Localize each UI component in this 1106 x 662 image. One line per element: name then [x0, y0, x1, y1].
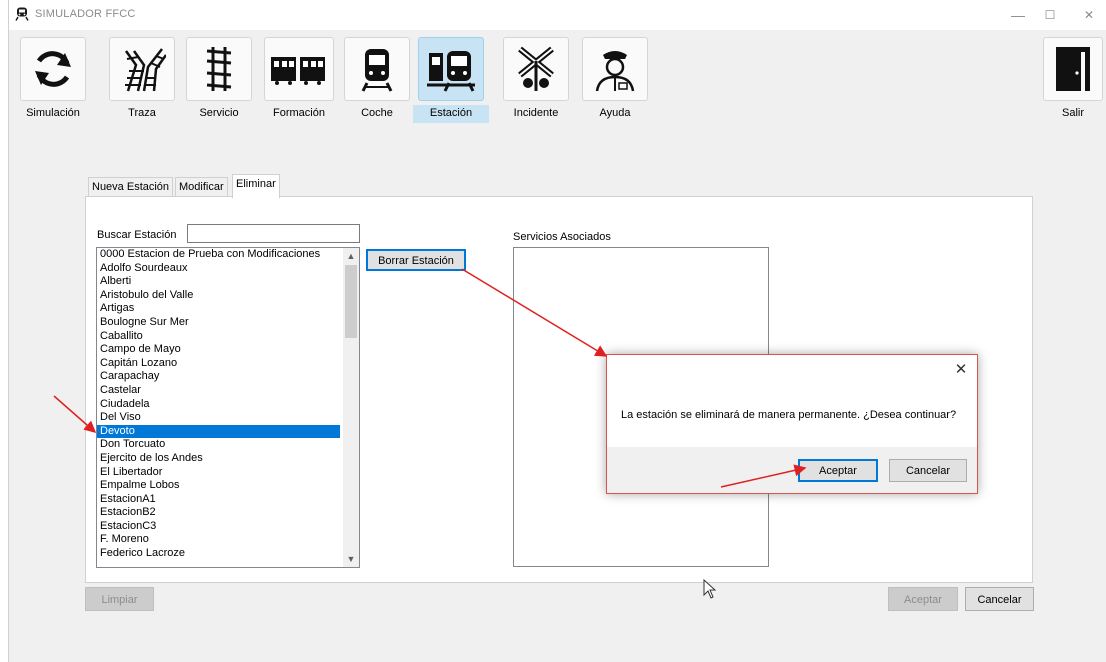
- railroad-crossing-icon: [518, 46, 554, 91]
- tab-eliminar[interactable]: Eliminar: [232, 174, 280, 198]
- toolbar-tile: [503, 37, 569, 101]
- search-label: Buscar Estación: [97, 229, 177, 241]
- list-item[interactable]: Aristobulo del Valle: [97, 289, 359, 303]
- list-item[interactable]: Adolfo Sourdeaux: [97, 262, 359, 276]
- toolbar-simulacion-button[interactable]: Simulación: [15, 37, 91, 119]
- toolbar-label: Traza: [128, 107, 156, 119]
- toolbar-label: Servicio: [199, 107, 239, 119]
- toolbar-label: Incidente: [513, 107, 559, 119]
- toolbar-label: Coche: [361, 107, 393, 119]
- rail-track-icon: [206, 47, 232, 91]
- train-icon: [15, 7, 29, 21]
- toolbar-formacion-button[interactable]: Formación: [259, 37, 339, 119]
- dialog-cancel-button[interactable]: Cancelar: [889, 459, 967, 482]
- toolbar-tile: [20, 37, 86, 101]
- train-car-icon: [361, 49, 393, 92]
- bottom-cancel-button[interactable]: Cancelar: [965, 587, 1034, 611]
- scroll-up-icon[interactable]: ▲: [343, 248, 359, 264]
- toolbar-tile: [109, 37, 175, 101]
- list-item[interactable]: 0000 Estacion de Prueba con Modificacion…: [97, 248, 359, 262]
- toolbar-coche-button[interactable]: Coche: [339, 37, 415, 119]
- list-item[interactable]: Artigas: [97, 302, 359, 316]
- bottom-accept-button[interactable]: Aceptar: [888, 587, 958, 611]
- title-bar: SIMULADOR FFCC — ☐ ✕: [9, 0, 1106, 30]
- toolbar-tile: [1043, 37, 1103, 101]
- scroll-down-icon[interactable]: ▼: [343, 551, 359, 567]
- list-item[interactable]: Devoto: [97, 424, 340, 439]
- list-item[interactable]: Boulogne Sur Mer: [97, 316, 359, 330]
- list-item[interactable]: El Libertador: [97, 466, 359, 480]
- window-title: SIMULADOR FFCC: [35, 8, 136, 20]
- list-item[interactable]: F. Moreno: [97, 533, 359, 547]
- dialog-accept-button[interactable]: Aceptar: [798, 459, 878, 482]
- dialog-message: La estación se eliminará de manera perma…: [621, 409, 957, 421]
- toolbar-label: Salir: [1061, 107, 1084, 119]
- toolbar-tile: [264, 37, 334, 101]
- list-item[interactable]: Caballito: [97, 330, 359, 344]
- vertical-scrollbar[interactable]: ▲ ▼: [343, 248, 359, 567]
- services-label: Servicios Asociados: [513, 231, 611, 243]
- tab-nueva-estacion[interactable]: Nueva Estación: [88, 177, 174, 197]
- tab-modificar[interactable]: Modificar: [175, 177, 228, 197]
- dialog-close-icon[interactable]: ✕: [953, 362, 969, 378]
- toolbar-ayuda-button[interactable]: Ayuda: [577, 37, 653, 119]
- door-icon: [1056, 47, 1090, 91]
- close-button[interactable]: ✕: [1066, 0, 1106, 30]
- toolbar-tile: [582, 37, 648, 101]
- list-item[interactable]: EstacionB2: [97, 506, 359, 520]
- toolbar-tile: [418, 37, 484, 101]
- toolbar-traza-button[interactable]: Traza: [104, 37, 180, 119]
- station-icon: [427, 51, 475, 92]
- list-item[interactable]: Castelar: [97, 384, 359, 398]
- stations-list: 0000 Estacion de Prueba con Modificacion…: [97, 248, 359, 561]
- train-formation-icon: [271, 57, 325, 85]
- conductor-icon: [595, 51, 635, 92]
- toolbar-label: Formación: [273, 107, 325, 119]
- list-item[interactable]: Campo de Mayo: [97, 343, 359, 357]
- tracks-junction-icon: [124, 48, 166, 92]
- list-item[interactable]: Ciudadela: [97, 398, 359, 412]
- list-item[interactable]: Alberti: [97, 275, 359, 289]
- exit-button[interactable]: Salir: [1041, 37, 1105, 119]
- toolbar-incidente-button[interactable]: Incidente: [498, 37, 574, 119]
- list-item[interactable]: Federico Lacroze: [97, 547, 359, 561]
- stations-listbox[interactable]: 0000 Estacion de Prueba con Modificacion…: [96, 247, 360, 568]
- scroll-thumb[interactable]: [345, 265, 357, 338]
- refresh-icon: [35, 51, 71, 87]
- search-input[interactable]: [187, 224, 360, 243]
- toolbar-label: Estación: [429, 107, 473, 119]
- list-item[interactable]: Ejercito de los Andes: [97, 452, 359, 466]
- list-item[interactable]: Don Torcuato: [97, 438, 359, 452]
- dialog-footer: Aceptar Cancelar: [607, 447, 977, 493]
- delete-station-button[interactable]: Borrar Estación: [366, 249, 466, 271]
- list-item[interactable]: Capitán Lozano: [97, 357, 359, 371]
- list-item[interactable]: EstacionA1: [97, 493, 359, 507]
- confirm-dialog: ✕ La estación se eliminará de manera per…: [606, 354, 978, 494]
- list-item[interactable]: Carapachay: [97, 370, 359, 384]
- toolbar-tile: [186, 37, 252, 101]
- clear-button[interactable]: Limpiar: [85, 587, 154, 611]
- toolbar-label: Ayuda: [599, 107, 631, 119]
- toolbar-tile: [344, 37, 410, 101]
- list-item[interactable]: Del Viso: [97, 411, 359, 425]
- toolbar-label: Simulación: [26, 107, 80, 119]
- list-item[interactable]: Empalme Lobos: [97, 479, 359, 493]
- list-item[interactable]: EstacionC3: [97, 520, 359, 534]
- toolbar-estacion-button[interactable]: Estación: [413, 37, 489, 123]
- mouse-cursor-icon: [703, 579, 717, 599]
- toolbar-servicio-button[interactable]: Servicio: [181, 37, 257, 119]
